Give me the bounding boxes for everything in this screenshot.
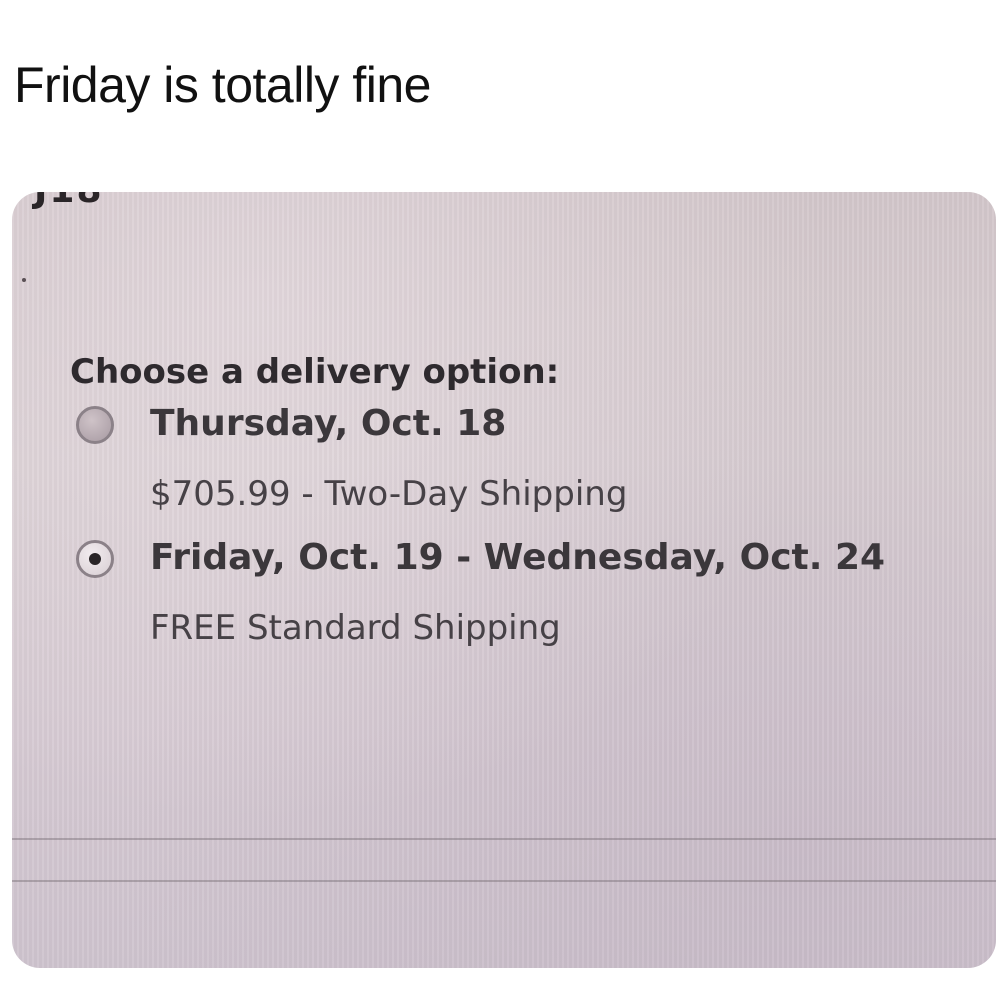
option-date: Friday, Oct. 19 - Wednesday, Oct. 24 <box>150 537 886 578</box>
delivery-option-friday[interactable]: Friday, Oct. 19 - Wednesday, Oct. 24 FRE… <box>70 534 885 650</box>
radio-button-unselected[interactable] <box>76 406 114 444</box>
radio-button-selected[interactable] <box>76 540 114 578</box>
screen-speck <box>22 278 26 282</box>
delivery-options-section: Choose a delivery option: Thursday, Oct.… <box>70 352 885 650</box>
option-price-detail: FREE Standard Shipping <box>150 608 561 648</box>
meme-caption: Friday is totally fine <box>14 57 431 113</box>
option-price-detail: $705.99 - Two-Day Shipping <box>150 474 628 514</box>
delivery-options-heading: Choose a delivery option: <box>70 352 560 392</box>
divider-line <box>12 838 996 840</box>
meme-page: Friday is totally fine J18 Choose a deli… <box>0 0 1000 1000</box>
delivery-option-thursday[interactable]: Thursday, Oct. 18 $705.99 - Two-Day Ship… <box>70 400 885 516</box>
screen-photo: J18 Choose a delivery option: Thursday, … <box>12 192 996 968</box>
divider-line <box>12 880 996 882</box>
cut-off-text: J18 <box>34 192 104 211</box>
option-date: Thursday, Oct. 18 <box>150 403 507 444</box>
